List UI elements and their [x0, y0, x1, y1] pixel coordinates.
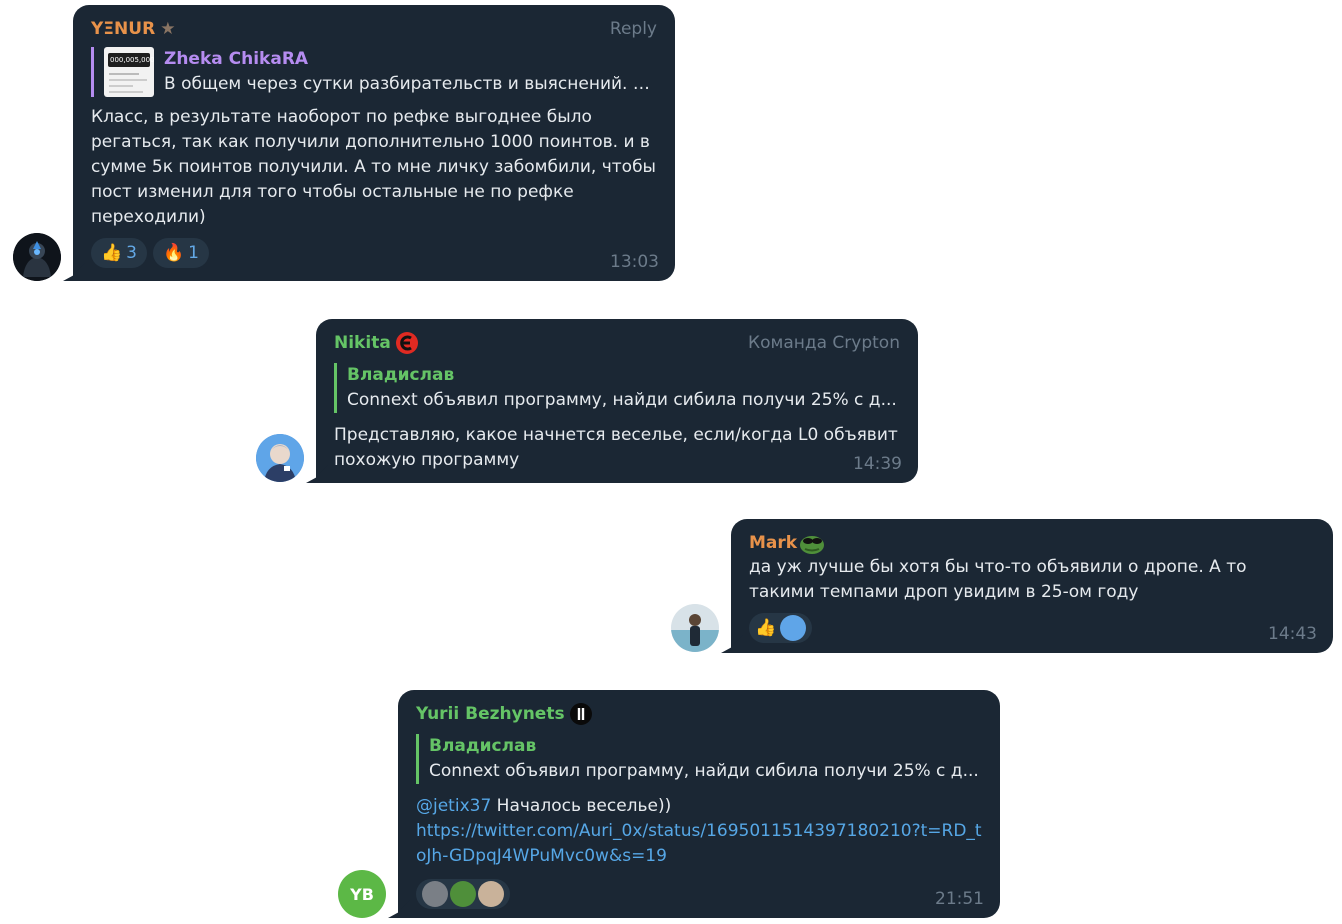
reactor-avatar — [422, 881, 448, 907]
message-time: 13:03 — [610, 252, 659, 272]
reply-thumbnail: 000,005,000 — [104, 47, 154, 97]
message-body: Началось веселье)) — [491, 796, 672, 816]
message-bubble-2[interactable]: Nikita Команда Crypton Владислав Connext… — [316, 319, 918, 483]
reactor-avatar — [478, 881, 504, 907]
star-icon: ★ — [160, 18, 176, 39]
reply-quote[interactable]: Владислав Connext объявил программу, най… — [416, 734, 982, 784]
chat-canvas: YΞNUR ★ Reply 000,005,000 Zheka ChikaRA … — [0, 0, 1342, 924]
sender-name[interactable]: Yurii Bezhynets — [416, 702, 565, 727]
mention-link[interactable]: @jetix37 — [416, 796, 491, 816]
pepe-frog-icon — [799, 531, 825, 555]
avatar-yurii[interactable]: YB — [338, 870, 386, 918]
reply-author: Zheka ChikaRA — [164, 49, 309, 69]
reply-text: В общем через сутки разбирательств и выя… — [164, 74, 657, 94]
reply-text: Connext объявил программу, найди сибила … — [429, 761, 979, 781]
reply-author: Владислав — [429, 736, 537, 756]
crypton-badge-icon — [395, 331, 419, 355]
message-time: 14:39 — [853, 454, 902, 474]
thumbs-up-icon: 👍 — [101, 242, 123, 263]
message-time: 21:51 — [935, 889, 984, 909]
reply-quote[interactable]: Владислав Connext объявил программу, най… — [334, 363, 900, 413]
reactor-avatar — [780, 615, 807, 641]
reaction-fire[interactable]: 🔥 1 — [153, 238, 209, 268]
message-text: да уж лучше бы хотя бы что-то объявили о… — [749, 557, 1252, 602]
thumbnail-value: 000,005,000 — [110, 56, 154, 64]
reaction-count: 3 — [126, 242, 137, 263]
reaction-count: 1 — [188, 242, 199, 263]
url-link[interactable]: https://twitter.com/Auri_0x/status/16950… — [416, 821, 982, 866]
message-bubble-4[interactable]: Yurii Bezhynets Владислав Connext объяви… — [398, 690, 1000, 918]
sender-name[interactable]: Nikita — [334, 331, 391, 356]
reaction-thumbs-up[interactable]: 👍 — [749, 613, 813, 643]
message-bubble-3[interactable]: Mark да уж лучше бы хотя бы что-то объяв… — [731, 519, 1333, 653]
avatar-yernur[interactable] — [13, 233, 61, 281]
avatar-initials: YB — [350, 884, 374, 904]
reactions: 👍 — [749, 613, 1315, 643]
message-time: 14:43 — [1268, 624, 1317, 644]
reaction-group[interactable] — [416, 879, 510, 909]
role-label: Команда Crypton — [748, 332, 900, 353]
reactor-avatar — [450, 881, 476, 907]
avatar-nikita[interactable] — [256, 434, 304, 482]
thumbs-up-icon: 👍 — [755, 617, 777, 638]
sender-name[interactable]: Mark — [749, 531, 797, 556]
reply-author: Владислав — [347, 365, 455, 385]
message-text: Класс, в результате наоборот по рефке вы… — [91, 107, 662, 227]
avatar-mark[interactable] — [671, 604, 719, 652]
reactions: 👍 3 🔥 1 — [91, 238, 657, 268]
message-bubble-1[interactable]: YΞNUR ★ Reply 000,005,000 Zheka ChikaRA … — [73, 5, 675, 281]
anime-avatar-icon — [256, 434, 304, 482]
robot-avatar-icon — [13, 233, 61, 281]
message-text: Представляю, какое начнется веселье, есл… — [334, 425, 904, 470]
message-text: @jetix37 Началось веселье)) https://twitt… — [416, 794, 982, 869]
person-photo-icon — [671, 604, 719, 652]
reply-text: Connext объявил программу, найди сибила … — [347, 390, 897, 410]
reply-label[interactable]: Reply — [610, 17, 657, 42]
badge-icon — [569, 702, 593, 726]
fire-icon: 🔥 — [163, 242, 185, 263]
sender-name[interactable]: YΞNUR — [91, 17, 155, 42]
reactions — [416, 879, 982, 909]
reaction-thumbs-up[interactable]: 👍 3 — [91, 238, 147, 268]
reply-quote[interactable]: 000,005,000 Zheka ChikaRA В общем через … — [91, 47, 657, 97]
